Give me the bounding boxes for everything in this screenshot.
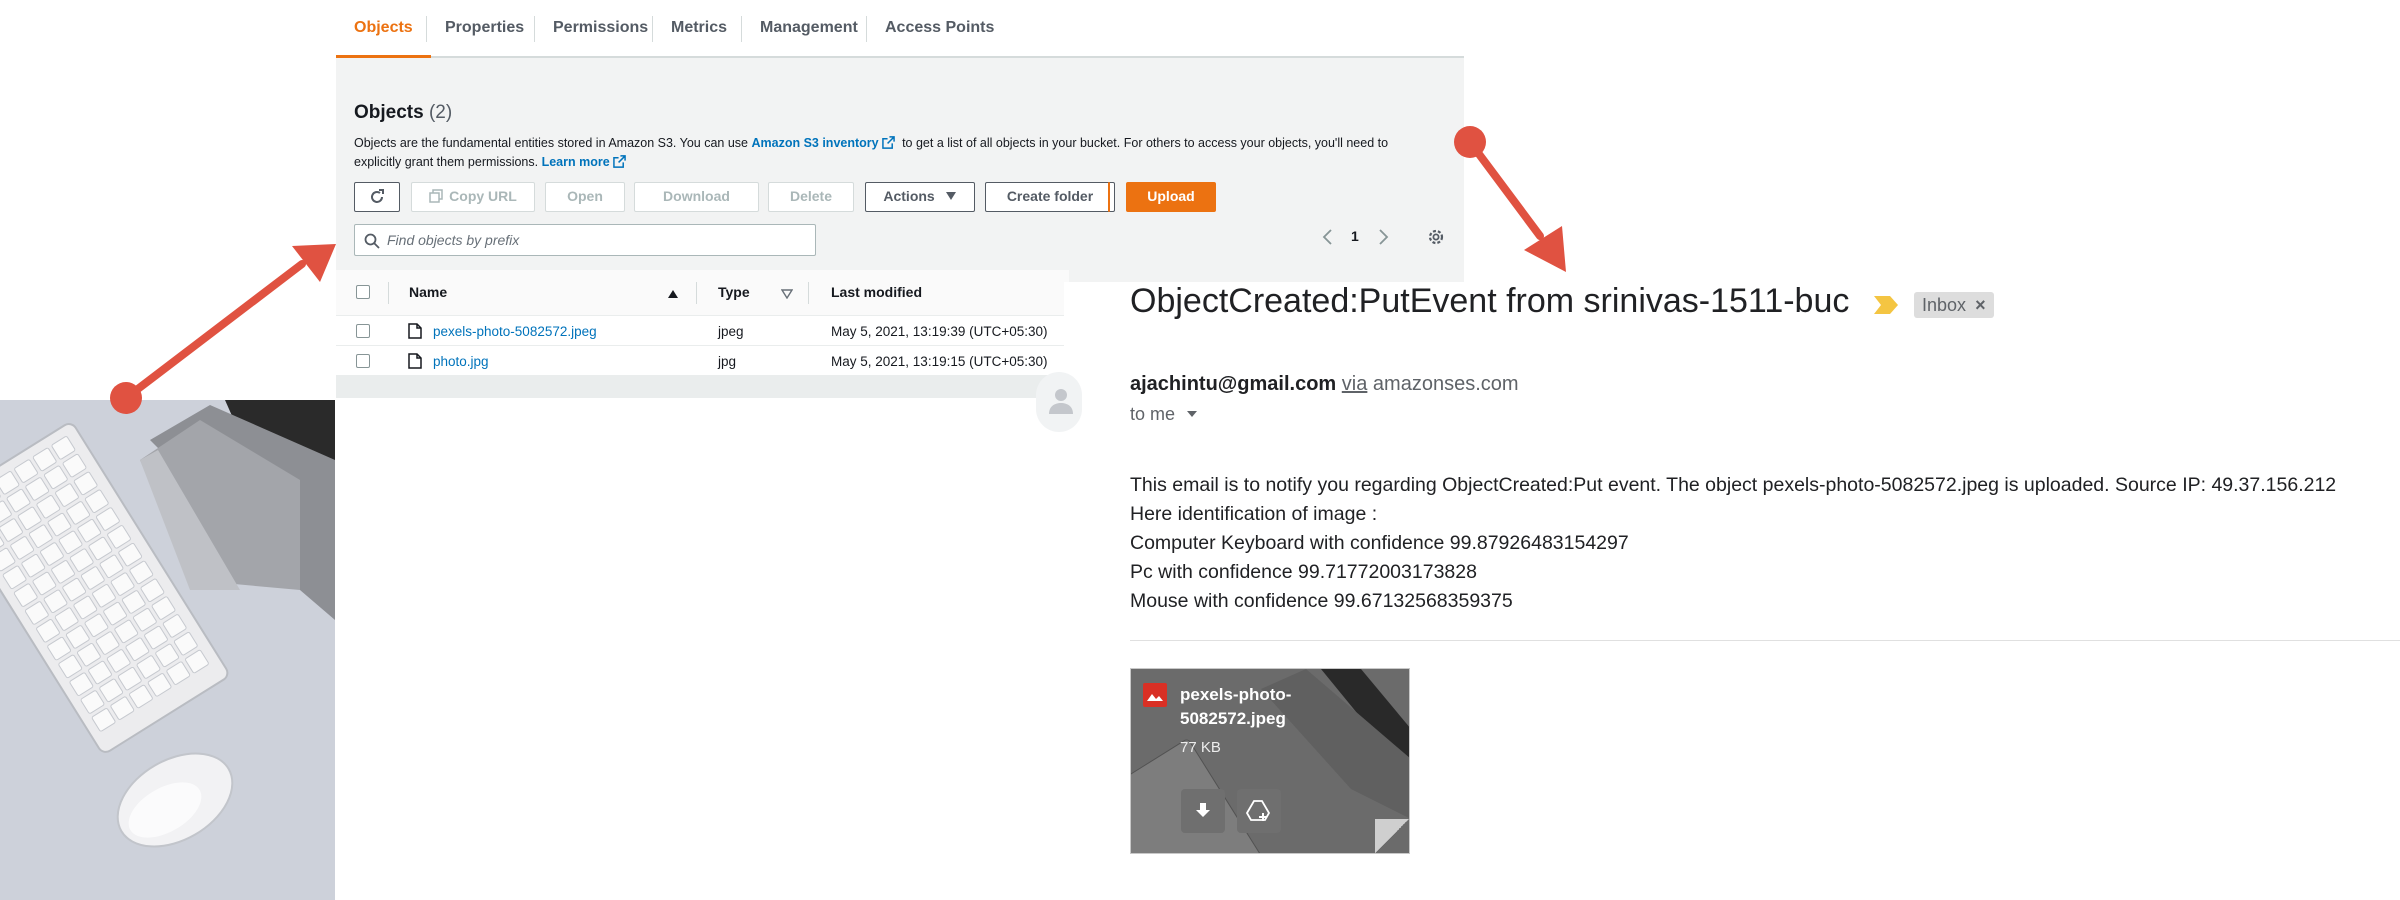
row-checkbox[interactable] xyxy=(356,354,370,368)
tab-objects[interactable]: Objects xyxy=(336,0,431,58)
email-body-line: Mouse with confidence 99.67132568359375 xyxy=(1130,590,1513,612)
table-footer-band xyxy=(336,375,1069,398)
column-header-name[interactable]: Name xyxy=(409,284,447,300)
search-input[interactable]: Find objects by prefix xyxy=(354,224,816,256)
table-row[interactable]: pexels-photo-5082572.jpeg jpeg May 5, 20… xyxy=(336,316,1069,346)
objects-title-text: Objects xyxy=(354,102,424,123)
objects-description: Objects are the fundamental entities sto… xyxy=(354,134,1434,172)
open-button[interactable]: Open xyxy=(545,182,625,212)
gear-icon[interactable] xyxy=(1426,227,1446,247)
person-icon xyxy=(1049,389,1073,414)
object-type: jpg xyxy=(718,354,737,369)
sort-icon[interactable] xyxy=(781,289,793,299)
caret-down-icon xyxy=(945,192,956,200)
search-icon xyxy=(364,233,380,249)
email-body-line: This email is to notify you regarding Ob… xyxy=(1130,474,2337,496)
attachment-size: 77 KB xyxy=(1180,739,1221,756)
copy-url-button[interactable]: Copy URL xyxy=(411,182,535,212)
table-header: Name Type Last modified xyxy=(336,270,1069,316)
copy-icon xyxy=(429,189,443,203)
description-text: Objects are the fundamental entities sto… xyxy=(354,136,752,150)
page-fold xyxy=(1375,819,1409,853)
actions-button[interactable]: Actions xyxy=(865,182,975,212)
importance-marker-icon[interactable] xyxy=(1872,294,1900,316)
chevron-left-icon[interactable] xyxy=(1321,228,1335,246)
download-button[interactable]: Download xyxy=(634,182,759,212)
spacer xyxy=(1108,182,1110,212)
tab-management[interactable]: Management xyxy=(742,0,876,58)
search-placeholder: Find objects by prefix xyxy=(387,232,520,248)
recipient-dropdown[interactable]: to me xyxy=(1130,404,1198,425)
column-header-type[interactable]: Type xyxy=(718,284,750,300)
chevron-right-icon[interactable] xyxy=(1376,228,1390,246)
inventory-link[interactable]: Amazon S3 inventory xyxy=(751,136,878,150)
actions-label: Actions xyxy=(883,188,935,204)
row-checkbox[interactable] xyxy=(356,324,370,338)
attachment-card[interactable]: pexels-photo- 5082572.jpeg 77 KB xyxy=(1130,668,1410,854)
email-body-line: Pc with confidence 99.71772003173828 xyxy=(1130,561,1477,583)
attachment-divider xyxy=(1130,640,2400,641)
object-last-modified: May 5, 2021, 13:19:39 (UTC+05:30) xyxy=(831,324,1048,339)
object-name-link[interactable]: pexels-photo-5082572.jpeg xyxy=(433,324,597,339)
tab-properties[interactable]: Properties xyxy=(427,0,542,58)
email-view: ObjectCreated:PutEvent from srinivas-151… xyxy=(1036,282,2400,900)
objects-count: (2) xyxy=(428,102,453,123)
drive-add-icon xyxy=(1246,800,1271,821)
arrow-photo-to-s3 xyxy=(110,244,336,414)
avatar xyxy=(1036,372,1082,432)
tab-metrics[interactable]: Metrics xyxy=(653,0,745,58)
recipient-label: to me xyxy=(1130,404,1176,424)
objects-heading: Objects (2) xyxy=(354,102,452,124)
external-link-icon xyxy=(612,155,626,168)
caret-down-icon xyxy=(1187,411,1198,417)
email-subject: ObjectCreated:PutEvent from srinivas-151… xyxy=(1130,282,1850,320)
attachment-name: pexels-photo- 5082572.jpeg xyxy=(1180,683,1291,731)
upload-button[interactable]: Upload xyxy=(1126,182,1216,212)
objects-section: Objects (2) Objects are the fundamental … xyxy=(336,60,1464,270)
inbox-label-chip[interactable]: Inbox × xyxy=(1914,292,1994,318)
file-icon xyxy=(408,353,422,369)
image-file-icon xyxy=(1143,683,1167,707)
save-to-drive-button[interactable] xyxy=(1237,789,1281,833)
learn-more-link[interactable]: Learn more xyxy=(542,155,610,169)
tab-permissions[interactable]: Permissions xyxy=(535,0,666,58)
file-icon xyxy=(408,323,422,339)
download-icon xyxy=(1196,803,1210,817)
refresh-icon xyxy=(371,189,384,203)
desk-photo xyxy=(0,400,335,900)
create-folder-button[interactable]: Create folder xyxy=(985,182,1115,212)
inbox-label: Inbox xyxy=(1922,295,1967,315)
object-name-link[interactable]: photo.jpg xyxy=(433,354,489,369)
via-link[interactable]: via xyxy=(1342,373,1368,395)
sort-ascending-icon[interactable] xyxy=(667,289,679,299)
object-last-modified: May 5, 2021, 13:19:15 (UTC+05:30) xyxy=(831,354,1048,369)
sender-line: ajachintu@gmail.com via amazonses.com xyxy=(1130,373,1519,396)
attachment-name-line-2: 5082572.jpeg xyxy=(1180,709,1286,728)
attachment-name-line-1: pexels-photo- xyxy=(1180,685,1292,704)
copy-url-label: Copy URL xyxy=(449,188,517,204)
column-separator xyxy=(388,282,389,304)
remove-label-icon[interactable]: × xyxy=(1975,295,1986,315)
arrow-s3-to-email xyxy=(1454,126,1566,272)
download-attachment-button[interactable] xyxy=(1181,789,1225,833)
email-body-line: Computer Keyboard with confidence 99.879… xyxy=(1130,532,1629,554)
delete-button[interactable]: Delete xyxy=(768,182,854,212)
column-separator xyxy=(808,282,809,304)
email-body-line: Here identification of image : xyxy=(1130,503,1378,525)
tab-access-points[interactable]: Access Points xyxy=(867,0,1012,58)
sender-address[interactable]: ajachintu@gmail.com xyxy=(1130,373,1336,395)
column-separator xyxy=(696,282,697,304)
table-row[interactable]: photo.jpg jpg May 5, 2021, 13:19:15 (UTC… xyxy=(336,346,1069,376)
page-number[interactable]: 1 xyxy=(1351,228,1359,244)
external-link-icon xyxy=(881,136,895,149)
column-header-last-modified[interactable]: Last modified xyxy=(831,284,922,300)
refresh-button[interactable] xyxy=(354,182,400,212)
select-all-checkbox[interactable] xyxy=(356,285,370,299)
object-type: jpeg xyxy=(718,324,744,339)
s3-tab-bar: Objects Properties Permissions Metrics M… xyxy=(336,0,1464,58)
sender-domain: amazonses.com xyxy=(1372,373,1519,395)
